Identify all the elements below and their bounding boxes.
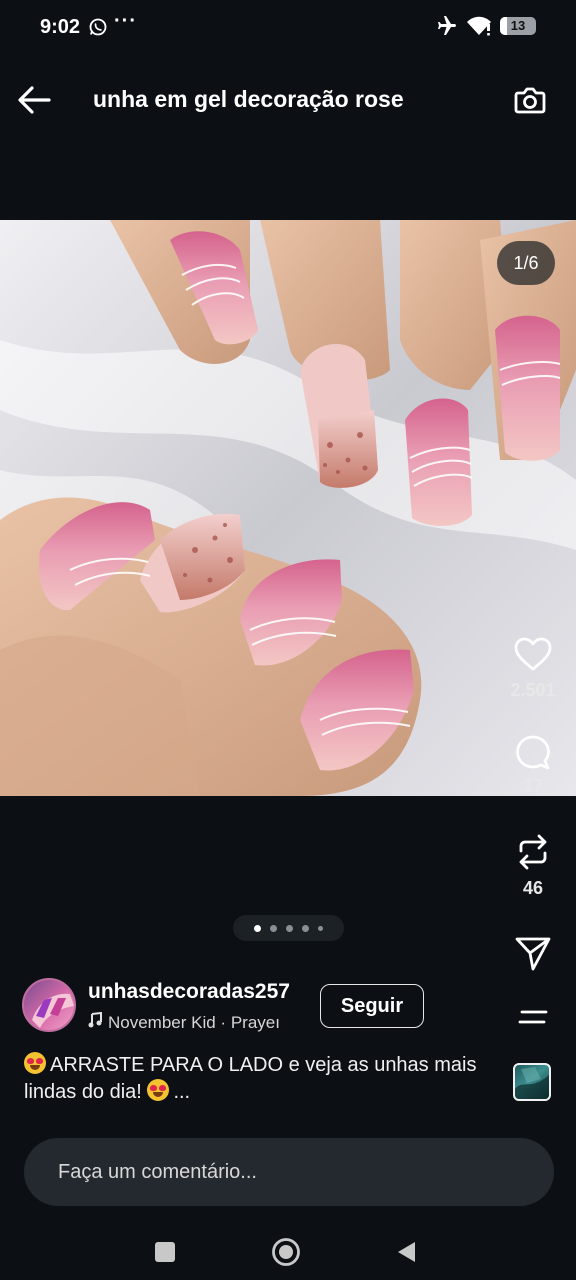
arrow-left-icon (18, 86, 51, 114)
comments-count: 17 (522, 776, 544, 796)
wifi-icon (467, 16, 491, 36)
send-button[interactable] (505, 932, 561, 976)
camera-button[interactable] (510, 80, 550, 120)
more-action (505, 995, 561, 1039)
send-icon (515, 937, 551, 971)
like-action: 2.501 (505, 632, 561, 701)
post-author: unhasdecoradas257 November Kid · Prayeı … (22, 976, 482, 1036)
home-button[interactable] (264, 1230, 308, 1274)
comment-input[interactable] (58, 1138, 518, 1206)
more-button[interactable] (505, 995, 561, 1039)
avatar-image (32, 993, 74, 1028)
caption-more[interactable]: ... (173, 1081, 190, 1103)
image-counter: 1/6 (497, 241, 555, 285)
whatsapp-icon (89, 18, 107, 36)
audio-thumbnail[interactable] (513, 1063, 551, 1101)
carousel-dot (318, 925, 323, 931)
comment-button[interactable] (505, 732, 561, 776)
audio-track[interactable]: November Kid · Prayeı (88, 1011, 280, 1033)
carousel-dot (270, 924, 277, 932)
page-title: unha em gel decoração rose (93, 86, 404, 112)
audio-track-label: November Kid · Prayeı (108, 1013, 280, 1032)
heart-icon (514, 637, 552, 671)
battery-icon: 13 (500, 17, 536, 35)
system-nav-bar (0, 1222, 576, 1280)
back-button[interactable] (14, 80, 54, 120)
nail-art-photo (0, 220, 576, 796)
share-action (505, 932, 561, 976)
repost-button[interactable] (505, 830, 561, 874)
heart-eyes-emoji-icon (24, 1052, 46, 1074)
airplane-icon (438, 16, 456, 35)
recent-apps-button[interactable] (143, 1230, 187, 1274)
audio-cover-image (515, 1067, 549, 1099)
comment-action: 17 (505, 732, 561, 797)
triangle-back-icon (398, 1242, 415, 1262)
reposts-count: 46 (522, 878, 544, 898)
carousel-dot (286, 924, 293, 932)
status-bar: 9:02 ··· 13 (0, 0, 576, 58)
repost-action: 46 (505, 830, 561, 899)
caption-text: ARRASTE PARA O LADO e veja as unhas mais… (24, 1054, 477, 1103)
comment-bar[interactable] (24, 1138, 554, 1206)
carousel-indicator (233, 915, 344, 941)
avatar[interactable] (22, 978, 76, 1032)
post-image[interactable] (0, 220, 576, 796)
status-time: 9:02 (40, 16, 81, 38)
app-header: unha em gel decoração rose (0, 70, 576, 130)
author-username[interactable]: unhasdecoradas257 (88, 980, 290, 1004)
square-icon (155, 1242, 175, 1262)
carousel-dot (302, 924, 309, 932)
post-caption[interactable]: ARRASTE PARA O LADO e veja as unhas mais… (24, 1052, 494, 1106)
music-note-icon (88, 1011, 102, 1033)
more-notifications-icon: ··· (114, 10, 137, 32)
carousel-dot-active (254, 924, 261, 932)
like-button[interactable] (505, 632, 561, 676)
camera-icon (514, 87, 546, 114)
repost-icon (519, 834, 547, 870)
home-circle-icon (272, 1238, 300, 1266)
follow-button[interactable]: Seguir (320, 984, 424, 1028)
likes-count: 2.501 (510, 680, 556, 700)
heart-eyes-emoji-icon (147, 1079, 170, 1101)
back-nav-button[interactable] (384, 1230, 428, 1274)
comment-icon (516, 735, 550, 770)
battery-level: 13 (510, 18, 526, 33)
more-icon (518, 1010, 548, 1024)
